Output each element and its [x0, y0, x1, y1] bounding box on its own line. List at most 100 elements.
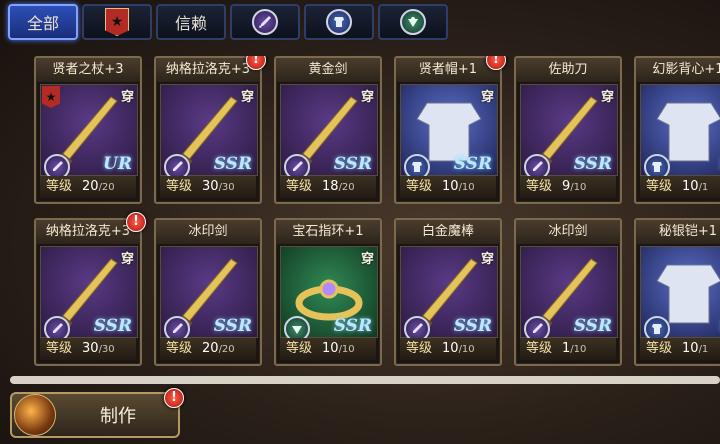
category-tab-bar: 全部 ★ 信赖 — [8, 4, 448, 44]
level-row: 等级 9/10 — [520, 176, 616, 198]
alert-icon: ! — [126, 212, 146, 232]
rarity-label: SSR — [213, 316, 252, 336]
level-row: 等级 30/30 — [40, 338, 136, 360]
equipped-tag: 穿 — [480, 252, 494, 267]
level-label: 等级 — [646, 179, 673, 194]
level-max: /1 — [698, 182, 709, 193]
equipment-card[interactable]: 幻影背心+1S等级10/1 — [634, 56, 720, 204]
level-row: 等级 10/10 — [280, 338, 376, 360]
equipment-card[interactable]: 冰印剑 SSR 等级 1/10 — [514, 218, 622, 366]
make-button[interactable]: 制作 ! — [10, 388, 184, 438]
equipped-tag: 穿 — [600, 90, 614, 105]
level-max: /30 — [98, 344, 115, 355]
equipped-tag: 穿 — [120, 90, 134, 105]
tab-favorite[interactable]: ★ — [82, 4, 152, 40]
level-row: 等级 30/30 — [160, 176, 256, 198]
equipment-grid: 贤者之杖+3 ★ 穿 UR 等级 20/20 纳格拉洛克+3 穿 SSR 等级 30/30! 黄金剑穿… — [34, 56, 720, 370]
armor-icon — [326, 9, 352, 35]
tab-all[interactable]: 全部 — [8, 4, 78, 40]
level-row: 等级 1/10 — [520, 338, 616, 360]
level-max: /10 — [570, 344, 587, 355]
level-label: 等级 — [46, 179, 73, 194]
equipment-card[interactable]: 白金魔棒穿 SSR 等级 10/10 — [394, 218, 502, 366]
equipment-name: 秘银铠+1 — [636, 220, 720, 244]
equipment-card[interactable]: 贤者之杖+3 ★ 穿 UR 等级 20/20 — [34, 56, 142, 204]
rarity-label: SSR — [213, 154, 252, 174]
make-alert-icon: ! — [164, 388, 184, 408]
level-label: 等级 — [166, 341, 193, 356]
equipment-name: 佐助刀 — [516, 58, 620, 82]
alert-icon: ! — [246, 56, 266, 70]
level-max: /20 — [98, 182, 115, 193]
level-label: 等级 — [166, 179, 193, 194]
equipment-name: 黄金剑 — [276, 58, 380, 82]
equipment-name: 贤者之杖+3 — [36, 58, 140, 82]
equipped-tag: 穿 — [360, 252, 374, 267]
rarity-label: SSR — [333, 316, 372, 336]
tab-accessory[interactable] — [378, 4, 448, 40]
level-label: 等级 — [286, 179, 313, 194]
equipment-card[interactable]: 冰印剑 SSR 等级 20/20 — [154, 218, 262, 366]
equipment-card[interactable]: 秘银铠+1S等级10/1 — [634, 218, 720, 366]
level-row: 等级 18/20 — [280, 176, 376, 198]
equipment-card[interactable]: 黄金剑穿 SSR 等级 18/20 — [274, 56, 382, 204]
equipment-name: 幻影背心+1 — [636, 58, 720, 82]
tab-trust[interactable]: 信赖 — [156, 4, 226, 40]
rarity-label: SSR — [333, 154, 372, 174]
equipment-name: 纳格拉洛克+3 — [156, 58, 260, 82]
level-row: 等级 10/1 — [640, 176, 720, 198]
level-row: 等级 20/20 — [40, 176, 136, 198]
equipment-name: 贤者帽+1 — [396, 58, 500, 82]
rarity-label: SSR — [93, 316, 132, 336]
sword-icon — [252, 9, 278, 35]
equipped-tag: 穿 — [120, 252, 134, 267]
level-max: /30 — [218, 182, 235, 193]
horizontal-scrollbar[interactable] — [10, 376, 720, 384]
equipped-tag: 穿 — [360, 90, 374, 105]
star-banner-icon: ★ — [105, 8, 129, 36]
forge-emblem-icon — [14, 394, 56, 436]
equipped-tag: 穿 — [240, 90, 254, 105]
rarity-label: UR — [103, 154, 132, 174]
alert-icon: ! — [486, 56, 506, 70]
level-value: 30 — [82, 341, 99, 356]
rarity-label: SSR — [573, 316, 612, 336]
level-label: 等级 — [646, 341, 673, 356]
equipment-name: 宝石指环+1 — [276, 220, 380, 244]
level-max: /10 — [458, 344, 475, 355]
equipment-name: 冰印剑 — [516, 220, 620, 244]
level-value: 30 — [202, 179, 219, 194]
equipment-name: 纳格拉洛克+3 — [36, 220, 140, 244]
equipment-card[interactable]: 纳格拉洛克+3 穿 SSR 等级 30/30! — [34, 212, 146, 366]
level-value: 10 — [682, 179, 699, 194]
equipped-tag: 穿 — [480, 90, 494, 105]
level-label: 等级 — [526, 179, 553, 194]
level-value: 18 — [322, 179, 339, 194]
rarity-label: SSR — [453, 154, 492, 174]
equipment-card[interactable]: 纳格拉洛克+3 穿 SSR 等级 30/30! — [154, 56, 266, 204]
equipment-card[interactable]: 宝石指环+1 穿 SSR 等级 10/10 — [274, 218, 382, 366]
level-value: 10 — [442, 179, 459, 194]
level-value: 10 — [442, 341, 459, 356]
level-label: 等级 — [406, 179, 433, 194]
favorite-star-icon: ★ — [42, 86, 60, 108]
tab-weapon[interactable] — [230, 4, 300, 40]
level-value: 20 — [82, 179, 99, 194]
level-row: 等级 10/10 — [400, 176, 496, 198]
level-label: 等级 — [286, 341, 313, 356]
level-row: 等级 10/1 — [640, 338, 720, 360]
tab-trust-label: 信赖 — [174, 14, 207, 33]
level-max: /1 — [698, 344, 709, 355]
level-row: 等级 10/10 — [400, 338, 496, 360]
make-button-label: 制作 — [100, 406, 136, 427]
level-label: 等级 — [46, 341, 73, 356]
tab-armor[interactable] — [304, 4, 374, 40]
equipment-card[interactable]: 佐助刀穿 SSR 等级 9/10 — [514, 56, 622, 204]
equipment-name: 冰印剑 — [156, 220, 260, 244]
level-max: /10 — [458, 182, 475, 193]
equipment-card[interactable]: 贤者帽+1 穿 SSR 等级 10/10! — [394, 56, 506, 204]
level-max: /20 — [338, 182, 355, 193]
level-value: 20 — [202, 341, 219, 356]
rarity-label: SSR — [453, 316, 492, 336]
level-value: 10 — [322, 341, 339, 356]
